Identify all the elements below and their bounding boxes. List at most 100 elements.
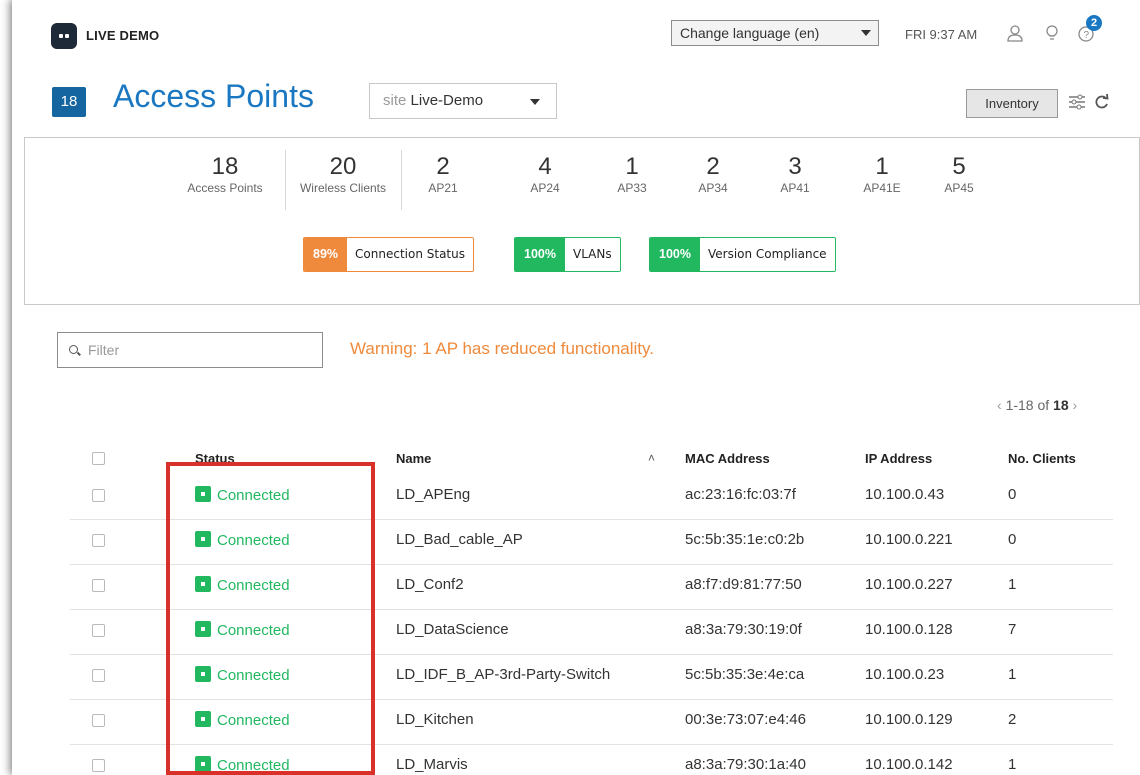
stat-ap21[interactable]: 2 AP21 — [418, 153, 468, 195]
stat-access-points[interactable]: 18 Access Points — [175, 153, 275, 195]
name-cell: LD_Bad_cable_AP — [396, 531, 523, 548]
filter-options-icon[interactable] — [1068, 94, 1086, 110]
stat-label: AP45 — [944, 181, 974, 195]
search-icon — [69, 345, 78, 354]
clients-cell: 0 — [1008, 531, 1017, 548]
stat-ap45[interactable]: 5 AP45 — [934, 153, 984, 195]
page-title: Access Points — [113, 78, 314, 114]
row-checkbox[interactable] — [92, 624, 105, 637]
version-compliance-pill[interactable]: 100% Version Compliance — [649, 237, 836, 272]
stat-label: AP41 — [780, 181, 810, 195]
warning-message[interactable]: Warning: 1 AP has reduced functionality. — [350, 339, 654, 359]
stat-value: 1 — [875, 153, 889, 180]
select-all-checkbox[interactable] — [92, 452, 105, 465]
lightbulb-icon[interactable] — [1043, 24, 1061, 42]
stat-value: 4 — [538, 153, 552, 180]
pill-label: Connection Status — [347, 238, 473, 271]
ip-cell: 10.100.0.221 — [865, 531, 953, 548]
refresh-icon[interactable] — [1094, 93, 1110, 111]
stat-value: 20 — [329, 153, 357, 180]
pager-range: 1-18 of — [1005, 397, 1050, 413]
stat-ap33[interactable]: 1 AP33 — [607, 153, 657, 195]
mac-cell: a8:3a:79:30:19:0f — [685, 621, 802, 638]
stat-ap24[interactable]: 4 AP24 — [520, 153, 570, 195]
svg-text:?: ? — [1084, 30, 1090, 41]
user-icon[interactable] — [1006, 24, 1024, 42]
pill-percent: 89% — [304, 238, 348, 271]
stat-label: AP41E — [863, 181, 901, 195]
ip-cell: 10.100.0.23 — [865, 666, 945, 683]
clients-cell: 1 — [1008, 576, 1017, 593]
divider — [401, 150, 402, 210]
row-checkbox[interactable] — [92, 579, 105, 592]
mac-cell: 5c:5b:35:1e:c0:2b — [685, 531, 805, 548]
sort-ascending-icon[interactable]: ˄ — [648, 451, 655, 465]
prev-page-icon[interactable]: ‹ — [997, 397, 1002, 413]
name-cell: LD_Marvis — [396, 756, 468, 773]
clients-cell: 2 — [1008, 711, 1017, 728]
stat-value: 2 — [706, 153, 720, 180]
stat-ap34[interactable]: 2 AP34 — [688, 153, 738, 195]
mac-cell: 5c:5b:35:3e:4e:ca — [685, 666, 805, 683]
mac-cell: a8:3a:79:30:1a:40 — [685, 756, 806, 773]
filter-input[interactable] — [86, 341, 310, 359]
org-logo-icon[interactable] — [51, 23, 77, 49]
next-page-icon[interactable]: › — [1073, 397, 1078, 413]
org-name[interactable]: LIVE DEMO — [86, 28, 159, 43]
column-header-ip[interactable]: IP Address — [865, 451, 932, 466]
ip-cell: 10.100.0.43 — [865, 486, 945, 503]
top-bar: LIVE DEMO Change language (en) FRI 9:37 … — [12, 0, 1140, 66]
row-checkbox[interactable] — [92, 759, 105, 772]
pill-percent: 100% — [515, 238, 565, 271]
clock: FRI 9:37 AM — [905, 27, 978, 42]
stat-label: Access Points — [187, 181, 263, 195]
pill-label: Version Compliance — [699, 238, 835, 271]
ap-count-badge: 18 — [52, 87, 86, 117]
row-checkbox[interactable] — [92, 714, 105, 727]
name-cell: LD_Kitchen — [396, 711, 474, 728]
app-window: LIVE DEMO Change language (en) FRI 9:37 … — [12, 0, 1140, 775]
stat-label: AP34 — [698, 181, 728, 195]
stat-wireless-clients[interactable]: 20 Wireless Clients — [287, 153, 399, 195]
row-checkbox[interactable] — [92, 534, 105, 547]
site-value: Live-Demo — [410, 92, 484, 109]
ip-cell: 10.100.0.129 — [865, 711, 953, 728]
chevron-down-icon — [530, 99, 540, 105]
help-badge: 2 — [1086, 15, 1102, 31]
mac-cell: ac:23:16:fc:03:7f — [685, 486, 796, 503]
clients-cell: 0 — [1008, 486, 1017, 503]
inventory-button[interactable]: Inventory — [966, 89, 1058, 118]
column-header-mac[interactable]: MAC Address — [685, 451, 770, 466]
row-checkbox[interactable] — [92, 489, 105, 502]
mac-cell: 00:3e:73:07:e4:46 — [685, 711, 806, 728]
vlans-pill[interactable]: 100% VLANs — [514, 237, 621, 272]
ip-cell: 10.100.0.142 — [865, 756, 953, 773]
name-cell: LD_DataScience — [396, 621, 509, 638]
clients-cell: 7 — [1008, 621, 1017, 638]
name-cell: LD_Conf2 — [396, 576, 464, 593]
clients-cell: 1 — [1008, 666, 1017, 683]
site-label: site — [383, 92, 407, 109]
language-select[interactable]: Change language (en) — [671, 20, 879, 46]
stat-value: 2 — [436, 153, 450, 180]
row-checkbox[interactable] — [92, 669, 105, 682]
stat-label: AP33 — [617, 181, 647, 195]
ip-cell: 10.100.0.227 — [865, 576, 953, 593]
column-header-name[interactable]: Name — [396, 451, 431, 466]
clients-cell: 1 — [1008, 756, 1017, 773]
stat-ap41e[interactable]: 1 AP41E — [855, 153, 909, 195]
column-header-clients[interactable]: No. Clients — [1008, 451, 1076, 466]
stat-value: 3 — [788, 153, 802, 180]
filter-box[interactable] — [57, 332, 323, 368]
pill-percent: 100% — [650, 238, 700, 271]
stat-ap41[interactable]: 3 AP41 — [770, 153, 820, 195]
stat-label: AP24 — [530, 181, 560, 195]
pager-total: 18 — [1053, 397, 1069, 413]
site-select[interactable]: site Live-Demo — [369, 83, 557, 119]
chevron-down-icon — [861, 30, 871, 36]
connection-status-pill[interactable]: 89% Connection Status — [303, 237, 474, 272]
pill-label: VLANs — [564, 238, 620, 271]
language-label: Change language (en) — [680, 25, 820, 41]
name-cell: LD_APEng — [396, 486, 471, 503]
mac-cell: a8:f7:d9:81:77:50 — [685, 576, 802, 593]
